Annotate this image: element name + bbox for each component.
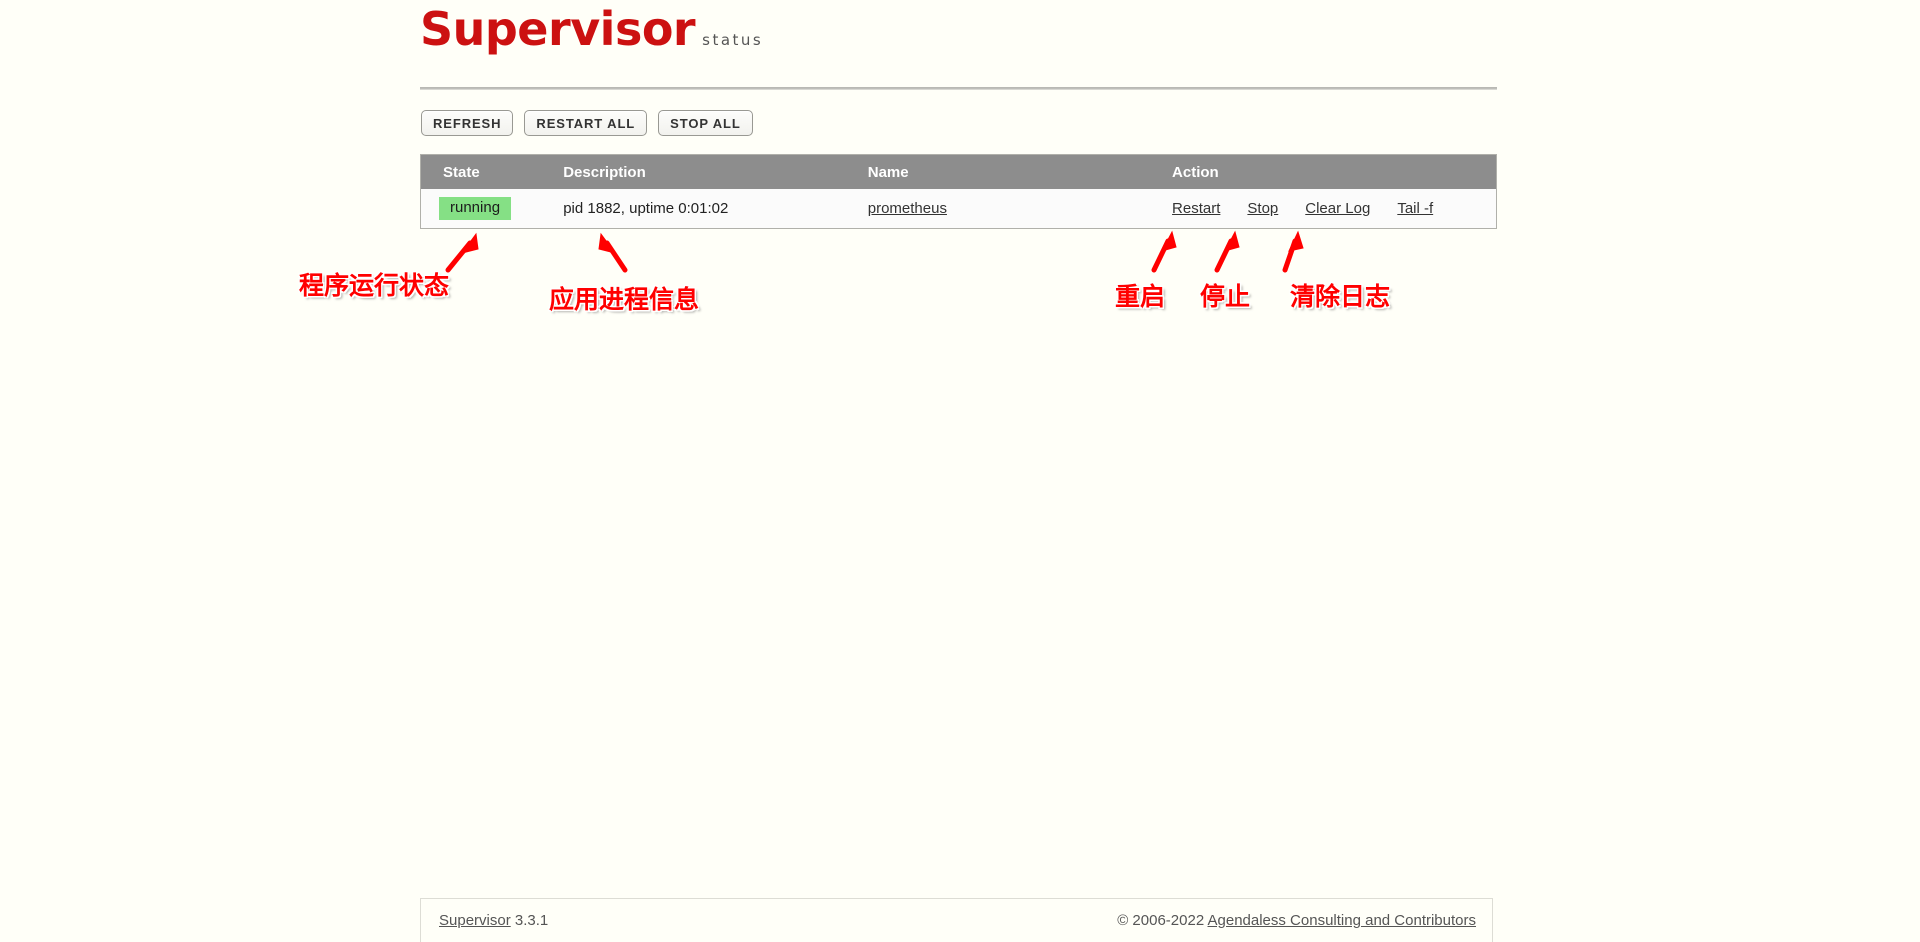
cell-name: prometheus xyxy=(843,189,1149,228)
supervisor-status-page: Supervisor status REFRESH RESTART ALL ST… xyxy=(0,0,1920,942)
refresh-button[interactable]: REFRESH xyxy=(421,110,514,136)
table-row: running pid 1882, uptime 0:01:02 prometh… xyxy=(421,189,1496,228)
restart-link[interactable]: Restart xyxy=(1172,200,1220,217)
process-status-table: State Description Name Action running pi… xyxy=(420,154,1497,229)
page-footer: Supervisor 3.3.1 © 2006-2022 Agendaless … xyxy=(420,898,1493,942)
cell-description: pid 1882, uptime 0:01:02 xyxy=(540,189,844,228)
footer-version-area: Supervisor 3.3.1 xyxy=(439,912,548,929)
header-divider xyxy=(420,87,1497,90)
stop-all-button[interactable]: STOP ALL xyxy=(658,110,753,136)
column-header-action: Action xyxy=(1148,155,1496,189)
action-toolbar: REFRESH RESTART ALL STOP ALL xyxy=(421,110,753,136)
cell-action: Restart Stop Clear Log Tail -f xyxy=(1148,189,1496,228)
process-name-link[interactable]: prometheus xyxy=(868,200,947,217)
annotation-label-state: 程序运行状态 xyxy=(299,271,450,300)
agendaless-link[interactable]: Agendaless Consulting and Contributors xyxy=(1208,912,1477,929)
supervisor-version: 3.3.1 xyxy=(510,912,549,929)
action-link-group: Restart Stop Clear Log Tail -f xyxy=(1172,200,1495,217)
annotation-label-stop: 停止 xyxy=(1200,282,1251,311)
copyright-text: © 2006-2022 xyxy=(1117,912,1208,929)
column-header-description: Description xyxy=(540,155,844,189)
cell-state: running xyxy=(421,189,541,228)
annotation-label-clear-log: 清除日志 xyxy=(1290,282,1391,311)
annotation-label-description: 应用进程信息 xyxy=(549,285,700,314)
status-badge: running xyxy=(439,196,512,221)
supervisor-logo: Supervisor status xyxy=(420,6,1495,52)
tail-f-link[interactable]: Tail -f xyxy=(1397,200,1433,217)
logo-subtitle: status xyxy=(702,31,764,49)
annotation-label-restart: 重启 xyxy=(1115,282,1166,311)
stop-link[interactable]: Stop xyxy=(1247,200,1278,217)
column-header-state: State xyxy=(421,155,541,189)
footer-copyright-area: © 2006-2022 Agendaless Consulting and Co… xyxy=(1117,912,1476,929)
restart-all-button[interactable]: RESTART ALL xyxy=(524,110,648,136)
page-header: Supervisor status xyxy=(420,6,1495,88)
clear-log-link[interactable]: Clear Log xyxy=(1305,200,1370,217)
column-header-name: Name xyxy=(843,155,1149,189)
supervisor-home-link[interactable]: Supervisor xyxy=(439,912,511,929)
logo-title: Supervisor xyxy=(420,2,696,56)
table-header-row: State Description Name Action xyxy=(421,155,1496,189)
